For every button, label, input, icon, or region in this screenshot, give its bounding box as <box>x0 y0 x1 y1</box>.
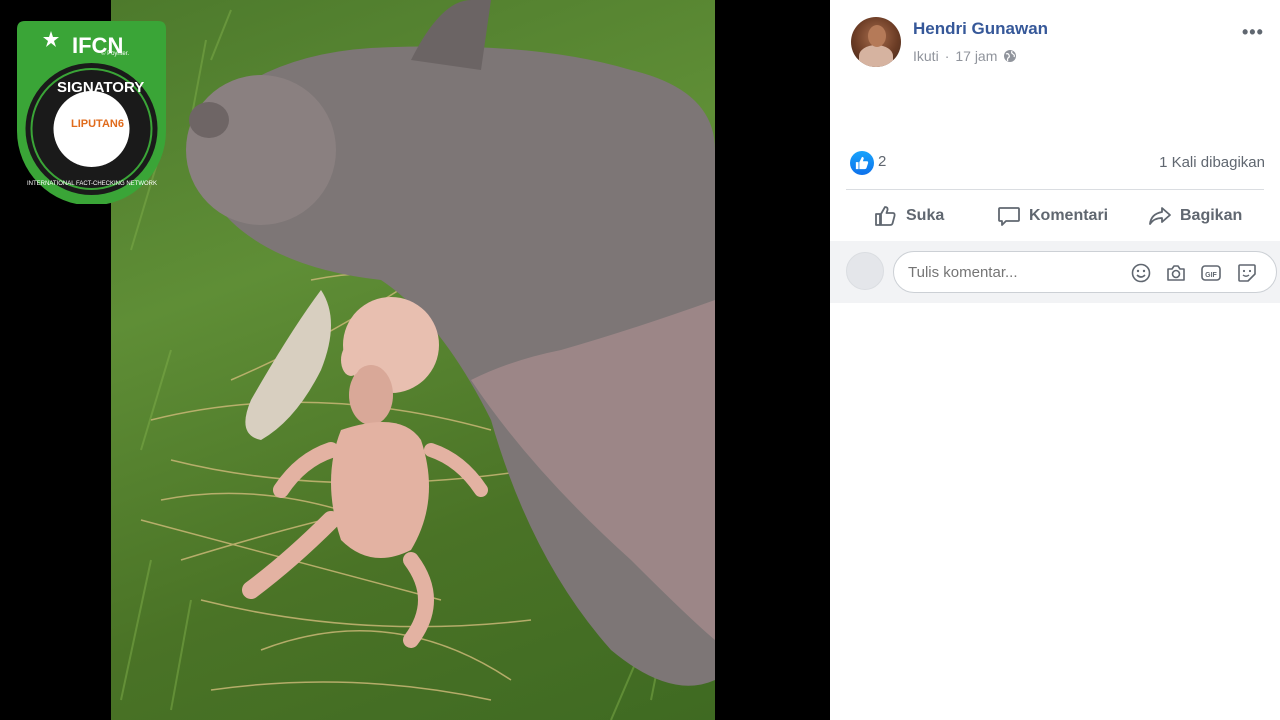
svg-text:GIF: GIF <box>1205 272 1217 279</box>
comment-icon <box>998 207 1020 226</box>
follow-link[interactable]: Ikuti <box>913 48 939 64</box>
meta-separator: · <box>944 48 950 64</box>
commenter-avatar <box>846 252 884 290</box>
photo-illustration <box>120 0 715 720</box>
divider <box>846 189 1264 190</box>
thumbs-up-icon <box>855 156 869 170</box>
post-photo[interactable] <box>111 0 715 720</box>
author-name[interactable]: Hendri Gunawan <box>913 19 1048 39</box>
share-button[interactable]: Bagikan <box>1148 200 1242 232</box>
post-time[interactable]: 17 jam <box>955 48 997 64</box>
ifcn-signatory-badge: IFCN © Poynter. SIGNATORY LIPUTAN6 INTER… <box>17 21 166 206</box>
globe-icon <box>1004 50 1017 62</box>
camera-icon[interactable] <box>1165 262 1187 284</box>
share-arrow-icon <box>1149 207 1171 225</box>
comment-button[interactable]: Komentari <box>997 200 1108 232</box>
ifcn-org-logo: LIPUTAN6 <box>71 118 124 130</box>
like-label: Suka <box>906 207 945 224</box>
like-button[interactable]: Suka <box>874 200 944 232</box>
post-meta: Ikuti · 17 jam <box>913 48 1017 64</box>
gif-icon[interactable]: GIF <box>1200 262 1222 284</box>
sticker-icon[interactable] <box>1236 262 1258 284</box>
post-panel: Hendri Gunawan Ikuti · 17 jam ••• 2 1 Ka… <box>830 0 1280 720</box>
like-reaction-icon[interactable] <box>850 151 874 175</box>
media-viewer: IFCN © Poynter. SIGNATORY LIPUTAN6 INTER… <box>0 0 830 720</box>
emoji-icon[interactable] <box>1130 262 1152 284</box>
share-label: Bagikan <box>1180 207 1243 224</box>
share-count[interactable]: 1 Kali dibagikan <box>1159 154 1265 171</box>
ifcn-signatory-label: SIGNATORY <box>57 79 145 96</box>
author-avatar[interactable] <box>851 17 901 67</box>
ifcn-partner: © Poynter. <box>101 51 130 57</box>
comment-label: Komentari <box>1029 207 1109 224</box>
ifcn-network-label: INTERNATIONAL FACT-CHECKING NETWORK <box>26 181 157 187</box>
reaction-count[interactable]: 2 <box>878 153 886 170</box>
thumbs-up-icon <box>875 206 896 226</box>
comment-composer: GIF <box>830 241 1280 303</box>
more-options-icon[interactable]: ••• <box>1242 22 1264 43</box>
